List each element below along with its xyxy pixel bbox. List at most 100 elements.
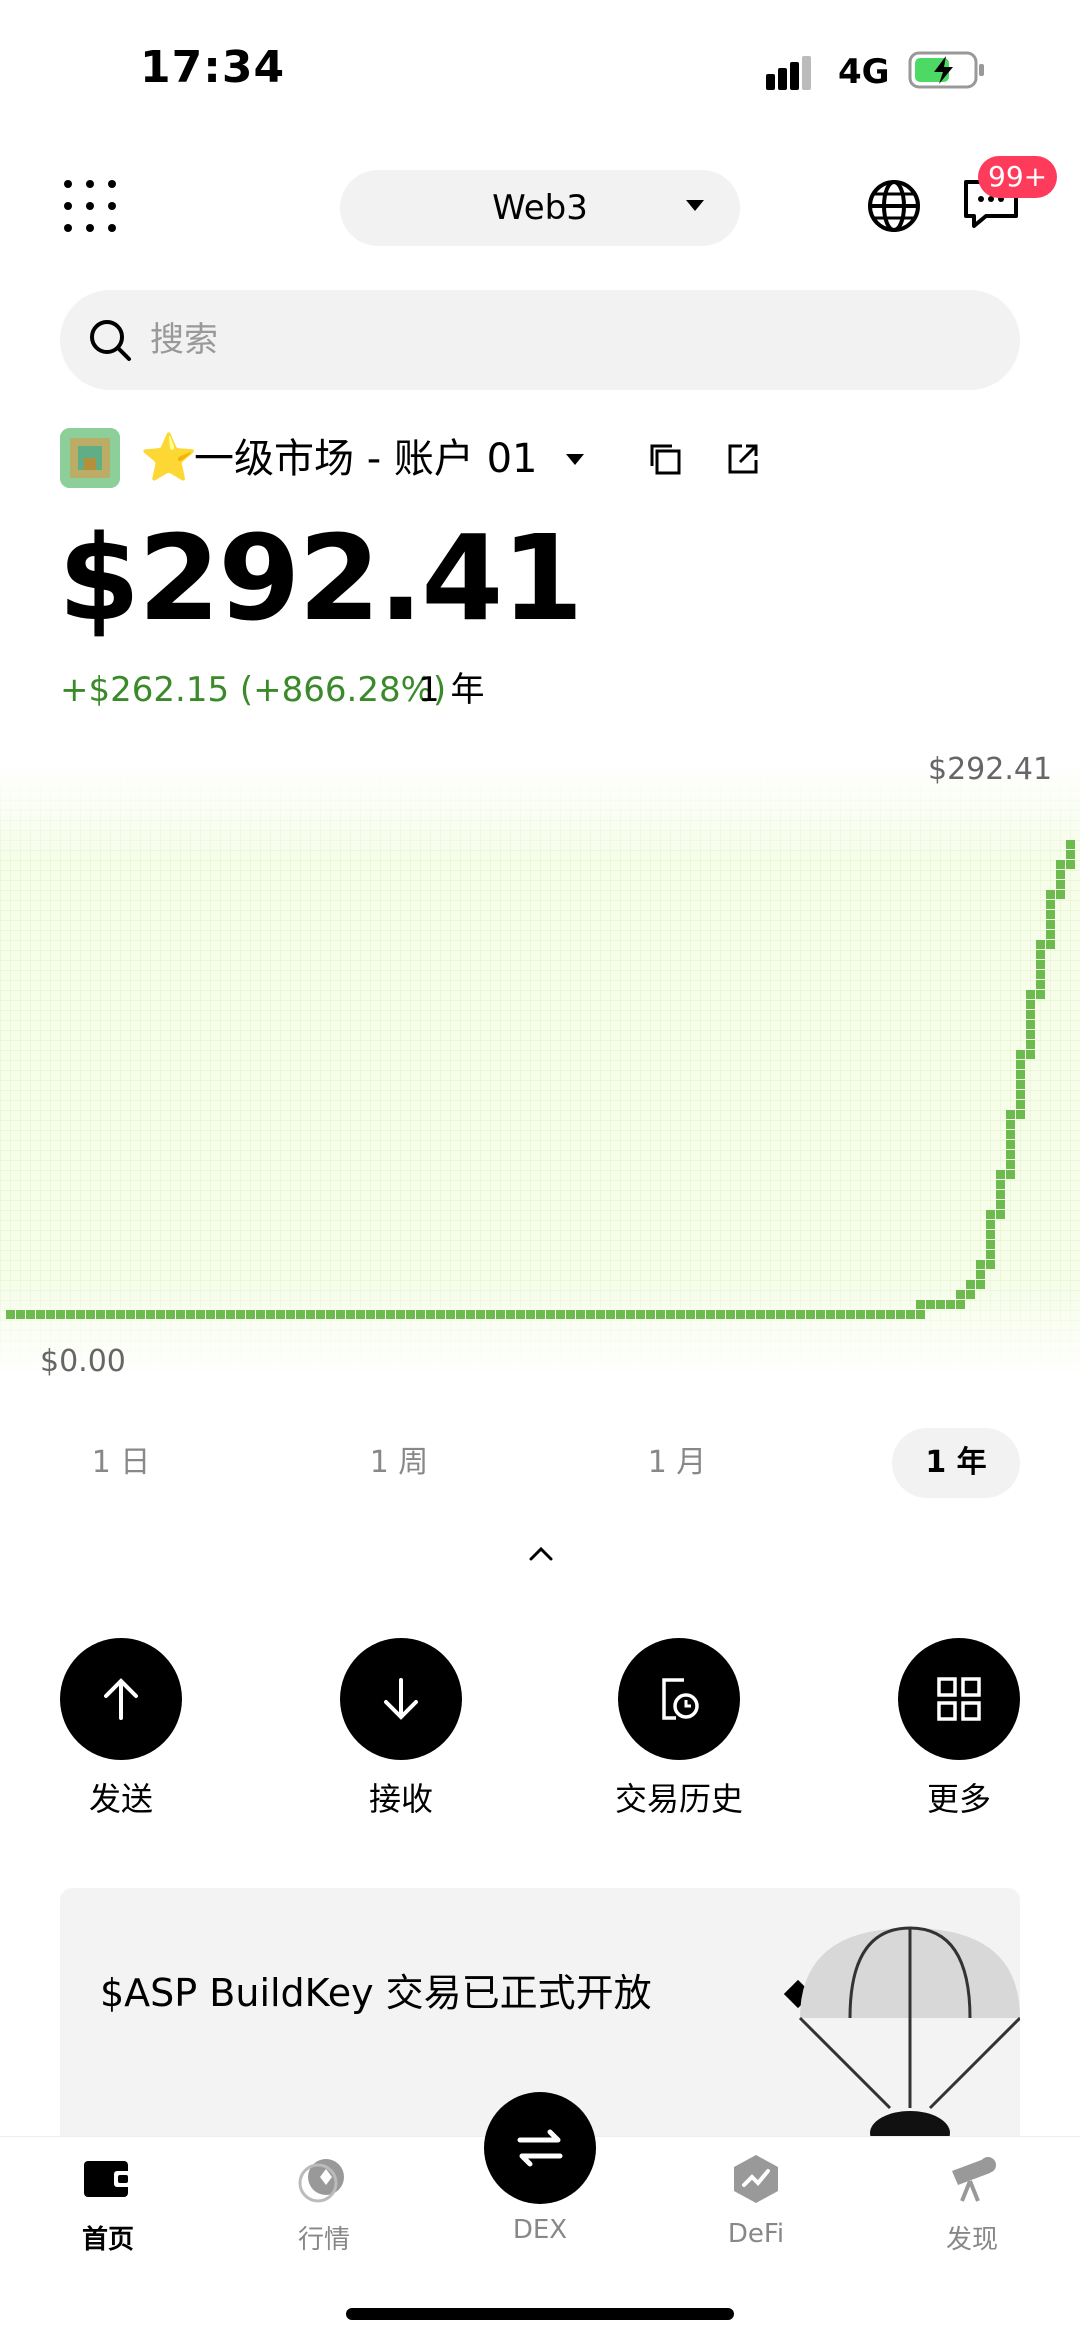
- account-name[interactable]: 一级市场 - 账户 01: [194, 432, 537, 486]
- chart-pixel: [476, 1310, 485, 1319]
- chart-pixel: [1006, 1110, 1015, 1119]
- chart-pixel: [626, 1310, 635, 1319]
- chart-pixel: [1006, 1150, 1015, 1159]
- chart-pixel: [1016, 1090, 1025, 1099]
- apps-grid-icon[interactable]: [62, 178, 118, 234]
- chart-pixel: [1036, 970, 1045, 979]
- chart-pixel: [986, 1220, 995, 1229]
- chart-pixel: [706, 1310, 715, 1319]
- nav-home[interactable]: 首页: [38, 2151, 178, 2256]
- chart-pixel: [946, 1300, 955, 1309]
- account-avatar[interactable]: [60, 428, 120, 488]
- chart-pixel: [916, 1300, 925, 1309]
- chart-pixel: [976, 1280, 985, 1289]
- chart-pixel: [896, 1310, 905, 1319]
- chart-pixel: [266, 1310, 275, 1319]
- chart-pixel: [546, 1310, 555, 1319]
- copy-icon[interactable]: [648, 442, 682, 476]
- chart-pixel: [996, 1170, 1005, 1179]
- receive-button[interactable]: 接收: [340, 1638, 464, 1820]
- balance-chart[interactable]: [0, 740, 1080, 1390]
- chart-pixel: [66, 1310, 75, 1319]
- chart-pixel: [306, 1310, 315, 1319]
- chart-pixel: [996, 1210, 1005, 1219]
- range-tab-1w[interactable]: 1 周: [334, 1428, 464, 1498]
- chevron-down-icon[interactable]: [566, 454, 584, 465]
- chart-pixel: [436, 1310, 445, 1319]
- chart-pixel: [496, 1310, 505, 1319]
- chart-pixel: [606, 1310, 615, 1319]
- signal-icon: [766, 56, 811, 90]
- chart-pixel: [526, 1310, 535, 1319]
- total-balance: $292.41: [58, 509, 583, 647]
- external-link-icon[interactable]: [726, 442, 760, 476]
- change-period: 1 年: [418, 670, 485, 710]
- range-tab-1y[interactable]: 1 年: [892, 1428, 1020, 1498]
- chart-pixel: [116, 1310, 125, 1319]
- chart-pixel: [416, 1310, 425, 1319]
- chart-pixel: [486, 1310, 495, 1319]
- chart-pixel: [656, 1310, 665, 1319]
- chart-pixel: [616, 1310, 625, 1319]
- search-bar[interactable]: [60, 290, 1020, 390]
- nav-discover[interactable]: 发现: [902, 2151, 1042, 2256]
- more-button[interactable]: 更多: [898, 1638, 1022, 1820]
- chart-pixel: [1066, 840, 1075, 849]
- chart-pixel: [146, 1310, 155, 1319]
- defi-icon: [734, 2155, 778, 2203]
- chart-pixel: [986, 1230, 995, 1239]
- chart-pixel: [856, 1310, 865, 1319]
- chart-pixel: [286, 1310, 295, 1319]
- more-label: 更多: [926, 1780, 991, 1818]
- chart-pixel: [246, 1310, 255, 1319]
- chart-max-label: $292.41: [928, 752, 1053, 787]
- chart-pixel: [986, 1250, 995, 1259]
- nav-market[interactable]: 行情: [254, 2151, 394, 2256]
- send-button[interactable]: 发送: [60, 1638, 184, 1820]
- chart-pixel: [1016, 1050, 1025, 1059]
- chart-pixel: [86, 1310, 95, 1319]
- globe-icon[interactable]: [866, 178, 922, 234]
- chart-pixel: [986, 1210, 995, 1219]
- chart-pixel: [1006, 1140, 1015, 1149]
- chart-pixel: [1006, 1160, 1015, 1169]
- chart-pixel: [686, 1310, 695, 1319]
- chart-pixel: [426, 1310, 435, 1319]
- range-tab-1d[interactable]: 1 日: [56, 1428, 186, 1498]
- chart-pixel: [1016, 1060, 1025, 1069]
- chart-pixel: [236, 1310, 245, 1319]
- chart-pixel: [1046, 910, 1055, 919]
- chart-pixel: [296, 1310, 305, 1319]
- telescope-icon: [952, 2157, 996, 2202]
- nav-market-label: 行情: [297, 2225, 350, 2255]
- search-input[interactable]: [150, 310, 970, 370]
- chart-pixel: [1036, 980, 1045, 989]
- chevron-down-icon: [686, 200, 704, 211]
- chart-pixel: [906, 1310, 915, 1319]
- chart-pixel: [746, 1310, 755, 1319]
- chart-pixel: [216, 1310, 225, 1319]
- chart-pixel: [136, 1310, 145, 1319]
- swap-icon: [517, 2129, 563, 2167]
- chart-pixel: [956, 1300, 965, 1309]
- chart-pixel: [1036, 960, 1045, 969]
- dex-swap-button[interactable]: [484, 2092, 596, 2204]
- chart-pixel: [1046, 940, 1055, 949]
- chevron-up-icon[interactable]: [528, 1546, 554, 1562]
- chart-pixel: [186, 1310, 195, 1319]
- history-button[interactable]: 交易历史: [615, 1638, 743, 1820]
- chart-pixel: [196, 1310, 205, 1319]
- chart-pixel: [586, 1310, 595, 1319]
- chart-pixel: [926, 1300, 935, 1309]
- network-selector[interactable]: Web3: [340, 170, 740, 246]
- chart-pixel: [866, 1310, 875, 1319]
- chart-pixel: [1026, 1040, 1035, 1049]
- range-tab-1m[interactable]: 1 月: [612, 1428, 742, 1498]
- nav-defi[interactable]: DeFi: [686, 2151, 826, 2249]
- banner-text: $ASP BuildKey 交易已正式开放: [100, 1971, 652, 2015]
- chart-pixel: [966, 1280, 975, 1289]
- chart-pixel: [1026, 1050, 1035, 1059]
- receive-label: 接收: [368, 1780, 433, 1818]
- notification-badge: 99+: [978, 156, 1058, 198]
- chart-pixel: [1016, 1110, 1025, 1119]
